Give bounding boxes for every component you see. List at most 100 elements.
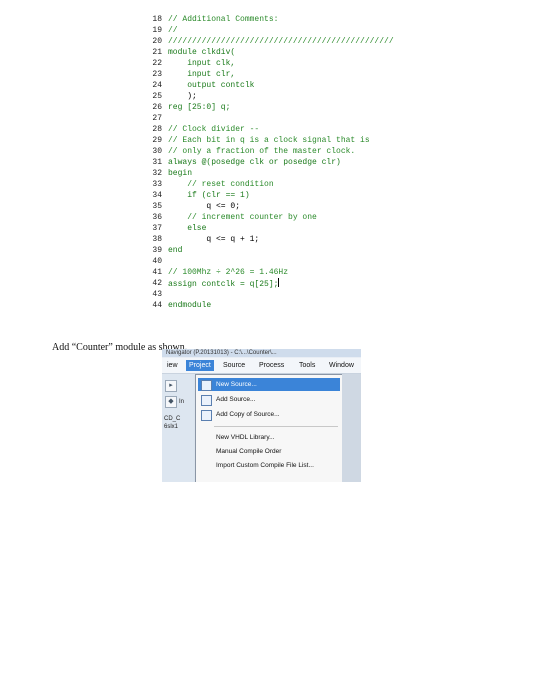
code-line: 42 assign contclk = q[25]; xyxy=(148,278,418,289)
code-text: output contclk xyxy=(168,81,255,90)
menu-project[interactable]: Project xyxy=(186,360,214,371)
line-number: 22 xyxy=(152,59,162,68)
line-number: 36 xyxy=(152,213,162,222)
code-text: q <= 0; xyxy=(168,202,241,211)
code-text: // Clock divider -- xyxy=(168,125,260,134)
menu-item-new-source[interactable]: New Source... xyxy=(198,378,340,391)
line-number: 29 xyxy=(152,136,162,145)
line-number: 20 xyxy=(152,37,162,46)
code-text: module clkdiv( xyxy=(168,48,236,57)
line-number: 28 xyxy=(152,125,162,134)
code-line: 44 endmodule xyxy=(148,300,418,311)
code-text: begin xyxy=(168,169,193,178)
code-listing: 18 // Additional Comments: 19 // 20 /////////… xyxy=(148,14,418,326)
code-line: 31 always @(posedge clk or posedge clr) xyxy=(148,157,418,168)
code-line: 37 else xyxy=(148,223,418,234)
code-line: 40 xyxy=(148,256,418,267)
code-text: // 100Mhz ÷ 2^26 = 1.46Hz xyxy=(168,268,289,277)
line-number: 26 xyxy=(152,103,162,112)
line-number: 42 xyxy=(152,279,162,288)
code-line: 41 // 100Mhz ÷ 2^26 = 1.46Hz xyxy=(148,267,418,278)
code-text: if (clr == 1) xyxy=(168,191,250,200)
line-number: 33 xyxy=(152,180,162,189)
line-number: 44 xyxy=(152,301,162,310)
code-line: 22 input clk, xyxy=(148,58,418,69)
window-titlebar: Navigator (P.20131013) - C:\...\Counter\… xyxy=(162,349,361,357)
code-text: ); xyxy=(168,92,197,101)
code-line: 39 end xyxy=(148,245,418,256)
code-text: end xyxy=(168,246,183,255)
line-number: 34 xyxy=(152,191,162,200)
line-number: 32 xyxy=(152,169,162,178)
line-number: 43 xyxy=(152,290,162,299)
code-text: // increment counter by one xyxy=(168,213,317,222)
line-number: 37 xyxy=(152,224,162,233)
code-line: 19 // xyxy=(148,25,418,36)
hierarchy-icon[interactable]: ◆ xyxy=(165,396,177,408)
menu-item-manual-compile-order[interactable]: Manual Compile Order xyxy=(198,445,340,458)
panel-fragment-label: In xyxy=(179,399,185,405)
panel-fragment-label: CD_C xyxy=(164,416,181,422)
code-line: 27 xyxy=(148,113,418,124)
code-text: else xyxy=(168,224,207,233)
line-number: 40 xyxy=(152,257,162,266)
code-line: 38 q <= q + 1; xyxy=(148,234,418,245)
line-number: 35 xyxy=(152,202,162,211)
menu-window[interactable]: Window xyxy=(326,360,357,371)
code-text: ////////////////////////////////////////… xyxy=(168,37,394,46)
code-text: // Each bit in q is a clock signal that … xyxy=(168,136,370,145)
code-text: reg [25:0] q; xyxy=(168,103,231,112)
line-number: 21 xyxy=(152,48,162,57)
code-line: 29 // Each bit in q is a clock signal tha… xyxy=(148,135,418,146)
code-text: // Additional Comments: xyxy=(168,15,279,24)
code-line: 25 ); xyxy=(148,91,418,102)
code-line: 34 if (clr == 1) xyxy=(148,190,418,201)
line-number: 23 xyxy=(152,70,162,79)
code-line: 21 module clkdiv( xyxy=(148,47,418,58)
code-line: 26 reg [25:0] q; xyxy=(148,102,418,113)
code-line: 24 output contclk xyxy=(148,80,418,91)
line-number: 27 xyxy=(152,114,162,123)
code-text: input clr, xyxy=(168,70,236,79)
code-text: input clk, xyxy=(168,59,236,68)
add-source-icon xyxy=(201,395,212,406)
menu-item-new-vhdl-library[interactable]: New VHDL Library... xyxy=(198,431,340,444)
right-panel xyxy=(342,374,361,482)
line-number: 24 xyxy=(152,81,162,90)
code-line: 32 begin xyxy=(148,168,418,179)
menu-source[interactable]: Source xyxy=(220,360,248,371)
toolbar-icon[interactable]: ▸ xyxy=(165,380,177,392)
code-line: 30 // only a fraction of the master clock… xyxy=(148,146,418,157)
code-line: 35 q <= 0; xyxy=(148,201,418,212)
menu-item-add-copy-of-source[interactable]: Add Copy of Source... xyxy=(198,408,340,421)
code-text: // only a fraction of the master clock. xyxy=(168,147,356,156)
code-line: 18 // Additional Comments: xyxy=(148,14,418,25)
menu-process[interactable]: Process xyxy=(256,360,287,371)
code-line: 20 //////////////////////////////////////… xyxy=(148,36,418,47)
line-number: 41 xyxy=(152,268,162,277)
left-panel: ▸ ◆ In CD_C 6slx1 xyxy=(162,374,198,482)
code-line: 36 // increment counter by one xyxy=(148,212,418,223)
menu-item-import-compile-list[interactable]: Import Custom Compile File List... xyxy=(198,459,340,472)
code-text: endmodule xyxy=(168,301,212,310)
line-number: 25 xyxy=(152,92,162,101)
code-line: 43 xyxy=(148,289,418,300)
panel-fragment-label: 6slx1 xyxy=(164,424,179,430)
code-text: // xyxy=(168,26,178,35)
menu-separator xyxy=(214,426,338,427)
line-number: 30 xyxy=(152,147,162,156)
code-line: 23 input clr, xyxy=(148,69,418,80)
line-number: 39 xyxy=(152,246,162,255)
code-text: // reset condition xyxy=(168,180,274,189)
project-dropdown-menu: New Source... Add Source... Add Copy of … xyxy=(195,374,343,482)
menu-tools[interactable]: Tools xyxy=(296,360,318,371)
menu-view[interactable]: iew xyxy=(164,360,181,371)
ise-project-menu-screenshot: Navigator (P.20131013) - C:\...\Counter\… xyxy=(162,349,361,482)
code-text: always @(posedge clk or posedge clr) xyxy=(168,158,341,167)
line-number: 19 xyxy=(152,26,162,35)
add-copy-icon xyxy=(201,410,212,421)
menu-item-add-source[interactable]: Add Source... xyxy=(198,393,340,406)
line-number: 31 xyxy=(152,158,162,167)
code-line: 28 // Clock divider -- xyxy=(148,124,418,135)
code-line: 33 // reset condition xyxy=(148,179,418,190)
